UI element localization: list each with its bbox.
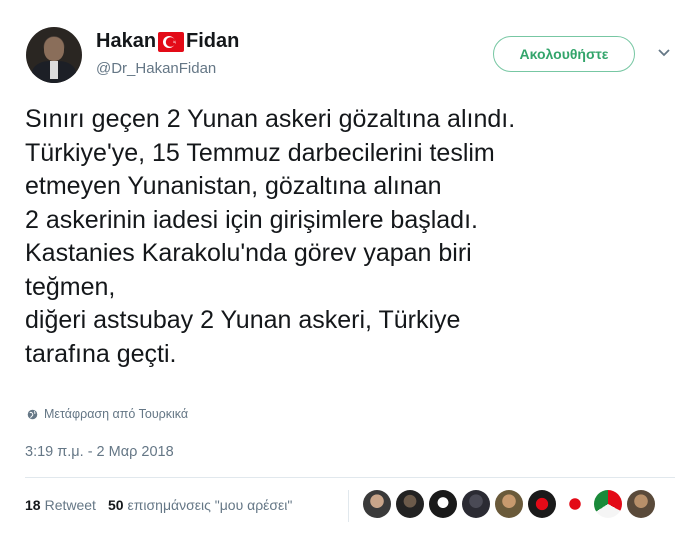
- retweet-label: Retweet: [44, 497, 96, 513]
- liker-avatar[interactable]: [627, 490, 655, 518]
- avatar-face: [44, 37, 64, 61]
- tweet-line: etmeyen Yunanistan, gözaltına alınan: [25, 172, 442, 200]
- liker-avatar[interactable]: [396, 490, 424, 518]
- display-name[interactable]: Hakan Fidan: [96, 30, 239, 53]
- globe-icon: [27, 409, 38, 419]
- liker-avatar[interactable]: [429, 490, 457, 518]
- tweet-text: Sınırı geçen 2 Yunan askeri gözaltına al…: [25, 103, 685, 371]
- stats-separator: [348, 490, 349, 522]
- liker-avatars: [363, 490, 660, 518]
- tweet-line: Sınırı geçen 2 Yunan askeri gözaltına al…: [25, 105, 516, 133]
- follow-button[interactable]: Ακολουθήστε: [493, 36, 635, 72]
- display-name-last: Fidan: [186, 30, 240, 52]
- display-name-first: Hakan: [96, 30, 157, 52]
- retweet-count: 18: [25, 497, 41, 513]
- tweet-line: Türkiye'ye, 15 Temmuz darbecilerini tesl…: [25, 138, 495, 167]
- chevron-down-icon[interactable]: [657, 46, 671, 60]
- avatar[interactable]: [26, 27, 82, 83]
- tweet-line: tarafına geçti.: [25, 339, 177, 368]
- tweet-line: diğeri astsubay 2 Yunan askeri, Türkiye: [25, 306, 461, 334]
- liker-avatar[interactable]: [363, 490, 391, 518]
- tweet-line: Kastanies Karakolu'nda görev yapan biri: [25, 239, 472, 267]
- like-stat[interactable]: 50 επισημάνσεις "μου αρέσει": [108, 497, 292, 513]
- tweet-timestamp[interactable]: 3:19 π.μ. - 2 Μαρ 2018: [25, 444, 174, 460]
- liker-avatar[interactable]: [495, 490, 523, 518]
- translate-link[interactable]: Μετάφραση από Τουρκικά: [27, 407, 188, 421]
- liker-avatar[interactable]: [528, 490, 556, 518]
- tweet-line: 2 askerinin iadesi için girişimlere başl…: [25, 205, 478, 234]
- liker-avatar[interactable]: [594, 490, 622, 518]
- tweet-line: teğmen,: [25, 272, 116, 301]
- like-count: 50: [107, 497, 124, 513]
- divider: [25, 477, 675, 478]
- like-label: επισημάνσεις "μου αρέσει": [127, 497, 293, 513]
- turkey-flag-icon: [158, 31, 185, 52]
- avatar-shirt: [50, 61, 58, 79]
- user-handle[interactable]: @Dr_HakanFidan: [96, 60, 216, 77]
- engagement-stats: 18 Retweet 50 επισημάνσεις "μου αρέσει": [25, 497, 292, 513]
- retweet-stat[interactable]: 18 Retweet: [25, 497, 96, 513]
- liker-avatar[interactable]: [561, 490, 589, 518]
- liker-avatar[interactable]: [462, 490, 490, 518]
- translate-label: Μετάφραση από Τουρκικά: [44, 407, 189, 421]
